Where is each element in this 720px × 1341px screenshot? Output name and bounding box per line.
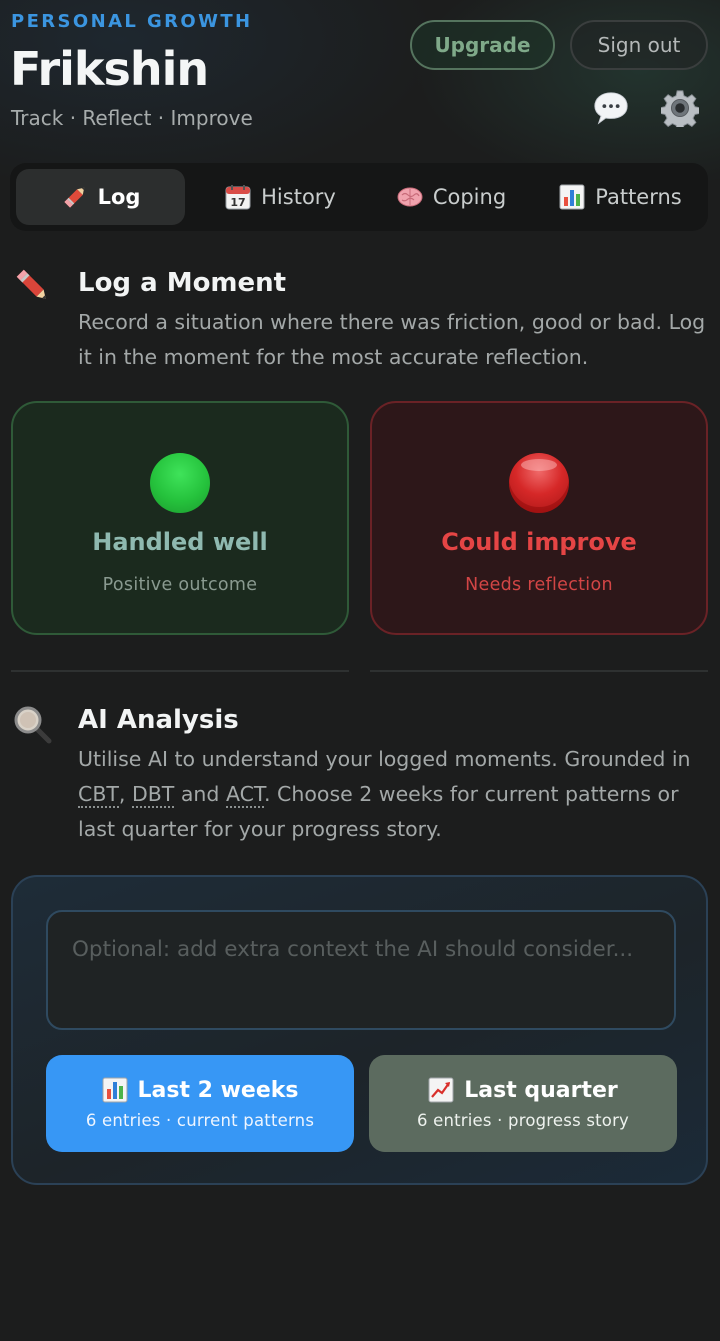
- brain-icon: [397, 187, 423, 207]
- app-title: Frikshin: [10, 42, 209, 96]
- last-quarter-button[interactable]: Last quarter 6 entries · progress story: [369, 1055, 677, 1152]
- outcome-title: Handled well: [92, 528, 268, 556]
- handled-well-card[interactable]: Handled well Positive outcome: [11, 401, 349, 635]
- tagline: Track · Reflect · Improve: [11, 106, 253, 130]
- cbt-abbreviation[interactable]: CBT: [78, 782, 119, 808]
- act-abbreviation[interactable]: ACT: [225, 782, 265, 808]
- could-improve-card[interactable]: Could improve Needs reflection: [370, 401, 708, 635]
- svg-text:17: 17: [230, 196, 245, 209]
- bar-chart-icon: [559, 184, 585, 210]
- tab-coping[interactable]: Coping: [372, 169, 530, 225]
- log-section-title: Log a Moment: [78, 268, 287, 298]
- chat-bubble-icon[interactable]: [592, 89, 630, 127]
- eyebrow-label: PERSONAL GROWTH: [11, 11, 253, 32]
- button-subtitle: 6 entries · progress story: [416, 1111, 630, 1130]
- trend-up-icon: [428, 1077, 454, 1103]
- gear-icon[interactable]: [661, 89, 699, 127]
- main-tab-bar: Log 17 History Coping Patterns: [10, 163, 708, 231]
- ai-context-input[interactable]: Optional: add extra context the AI shoul…: [46, 910, 676, 1030]
- outcome-subtitle: Positive outcome: [102, 575, 258, 595]
- section-divider: [11, 670, 349, 672]
- bar-chart-icon: [102, 1077, 127, 1103]
- tab-label: Coping: [432, 185, 507, 209]
- upgrade-button[interactable]: Upgrade: [410, 20, 555, 70]
- magnifier-icon: [14, 706, 52, 744]
- tab-patterns[interactable]: Patterns: [540, 169, 700, 225]
- log-section-description: Record a situation where there was frict…: [78, 310, 706, 369]
- calendar-icon: 17: [225, 185, 251, 210]
- tab-label: Patterns: [595, 185, 682, 209]
- outcome-title: Could improve: [441, 528, 637, 556]
- tab-history[interactable]: 17 History: [200, 169, 360, 225]
- green-circle-icon: [150, 453, 210, 513]
- dbt-abbreviation[interactable]: DBT: [131, 782, 175, 808]
- button-title: Last quarter: [464, 1077, 618, 1103]
- tab-label: Log: [97, 185, 141, 209]
- pencil-icon: [16, 269, 46, 299]
- outcome-subtitle: Needs reflection: [465, 575, 613, 595]
- pencil-icon: [63, 187, 84, 208]
- tab-label: History: [261, 185, 336, 209]
- button-title: Last 2 weeks: [137, 1077, 299, 1103]
- red-circle-icon: [509, 453, 569, 513]
- tab-log[interactable]: Log: [16, 169, 185, 225]
- ai-section-title: AI Analysis: [78, 705, 239, 735]
- ai-analysis-panel: Optional: add extra context the AI shoul…: [11, 875, 708, 1185]
- ai-section-description: Utilise AI to understand your logged mom…: [78, 747, 691, 841]
- section-divider: [370, 670, 708, 672]
- button-subtitle: 6 entries · current patterns: [85, 1111, 315, 1130]
- last-2-weeks-button[interactable]: Last 2 weeks 6 entries · current pattern…: [46, 1055, 354, 1152]
- sign-out-button[interactable]: Sign out: [570, 20, 708, 70]
